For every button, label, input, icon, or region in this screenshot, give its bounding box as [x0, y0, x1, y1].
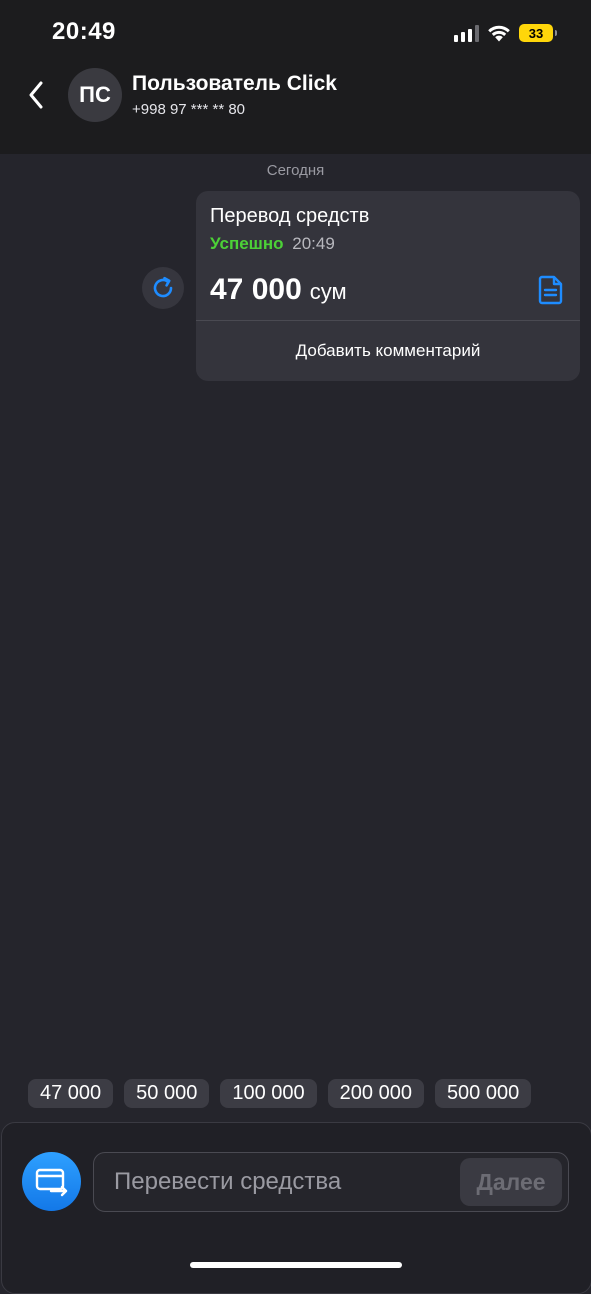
amount-currency: сум [309, 279, 347, 304]
battery-level: 33 [528, 25, 544, 41]
quick-amount-chip[interactable]: 50 000 [124, 1079, 210, 1108]
signal-icon [454, 24, 479, 42]
status-icons: 33 [454, 20, 557, 46]
battery-icon: 33 [519, 24, 557, 42]
quick-amount-chip[interactable]: 200 000 [327, 1079, 424, 1108]
wifi-icon [488, 25, 510, 42]
status-time: 20:49 [52, 18, 116, 45]
back-button[interactable] [20, 76, 52, 114]
date-separator: Сегодня [266, 162, 325, 179]
repeat-transfer-button[interactable] [142, 267, 184, 309]
transfer-amount-input[interactable] [94, 1153, 454, 1211]
refresh-icon [153, 276, 173, 298]
card-transfer-icon [35, 1168, 67, 1196]
chevron-left-icon [29, 81, 43, 109]
message-status-row: Успешно 20:49 [210, 234, 335, 254]
receipt-icon[interactable] [538, 275, 564, 305]
quick-amounts: 47 000 50 000 100 000 200 000 500 000 [28, 1079, 532, 1108]
transfer-input-wrapper: Далее [93, 1152, 569, 1212]
avatar[interactable]: ПС [68, 68, 122, 122]
quick-amount-chip[interactable]: 500 000 [434, 1079, 532, 1108]
message-time: 20:49 [292, 234, 335, 253]
contact-name[interactable]: Пользователь Click [132, 72, 337, 96]
status-badge: Успешно [210, 234, 284, 253]
message-title: Перевод средств [210, 205, 370, 227]
quick-amount-chip[interactable]: 47 000 [28, 1079, 114, 1108]
transfer-message-card[interactable]: Перевод средств Успешно 20:49 47 000 сум… [196, 191, 580, 381]
home-indicator [190, 1262, 402, 1268]
card-transfer-button[interactable] [22, 1152, 81, 1211]
top-bar: 20:49 33 ПС Пользователь Click +998 97 *… [0, 0, 591, 154]
contact-phone: +998 97 *** ** 80 [132, 101, 246, 118]
quick-amount-chip[interactable]: 100 000 [220, 1079, 317, 1108]
add-comment-button[interactable]: Добавить комментарий [196, 321, 580, 381]
amount-row: 47 000 сум [210, 273, 347, 307]
next-button[interactable]: Далее [460, 1158, 562, 1206]
amount-value: 47 000 [210, 273, 302, 306]
